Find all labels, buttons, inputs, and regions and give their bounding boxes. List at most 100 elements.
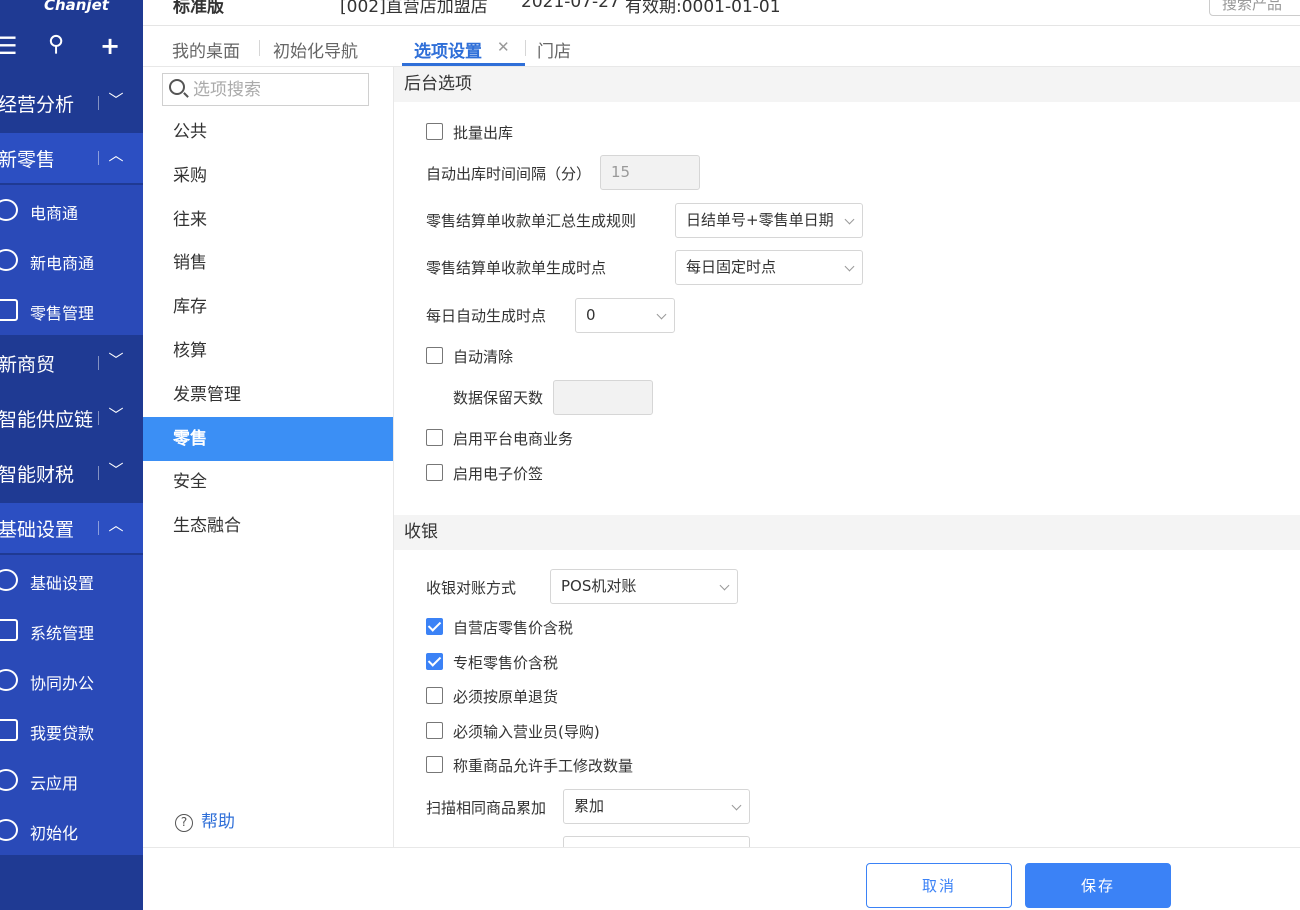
product-search-box[interactable]: 搜索产品 [1209,0,1300,16]
product-name: 标准版 [173,0,224,17]
daily-time-label: 每日自动生成时点 [426,307,547,325]
chevron-down-icon[interactable]: ﹀ [107,89,125,110]
sidebar-item-cloud-app[interactable]: 云应用 [0,755,143,805]
sidebar-group-analysis[interactable]: 经营分析 ﹀ [0,78,143,128]
option-category-retail[interactable]: 零售 [143,417,393,461]
scan-same-select[interactable]: 累加 [563,789,750,824]
next-option-select[interactable] [563,836,750,847]
ecom-icon [0,199,18,221]
option-category-accounting[interactable]: 核算 [143,329,393,373]
sidebar-group-tax[interactable]: 智能财税 ﹀ [0,448,143,498]
divider [525,40,526,56]
cancel-button[interactable]: 取消 [866,863,1012,908]
tab-options-settings[interactable]: 选项设置 [414,37,482,62]
sidebar-item-loan[interactable]: 我要贷款 [0,705,143,755]
sidebar-item-base-settings[interactable]: 基础设置 [0,555,143,605]
option-category-inventory[interactable]: 库存 [143,285,393,329]
sidebar-group-new-retail[interactable]: 新零售 ︿ [0,133,143,183]
chevron-down-icon [656,309,667,320]
chevron-down-icon [719,580,730,591]
search-icon[interactable]: ⚲ [48,32,64,57]
sidebar-item-label: 新电商通 [30,254,95,273]
reconcile-select[interactable]: POS机对账 [550,569,738,604]
tab-store[interactable]: 门店 [537,37,571,62]
gen-time-select[interactable]: 每日固定时点 [675,250,863,285]
chevron-up-icon[interactable]: ︿ [107,144,125,165]
option-category-purchase[interactable]: 采购 [143,154,393,198]
sidebar-group-trade[interactable]: 新商贸 ﹀ [0,338,143,388]
counter-tax-checkbox[interactable] [426,653,443,670]
store-name[interactable]: [002]直营店加盟店 [340,0,488,17]
option-search-box[interactable] [162,73,369,106]
option-category-public[interactable]: 公共 [143,110,393,154]
return-by-original-label: 必须按原单退货 [453,688,559,706]
option-category-contacts[interactable]: 往来 [143,198,393,242]
summary-rule-label: 零售结算单收款单汇总生成规则 [426,212,637,230]
close-icon[interactable]: ✕ [497,38,510,56]
sidebar-group-supply-chain[interactable]: 智能供应链 ﹀ [0,393,143,443]
chevron-down-icon [731,800,742,811]
require-salesperson-checkbox[interactable] [426,722,443,739]
sidebar-item-label: 系统管理 [30,624,95,643]
batch-out-checkbox[interactable] [426,123,443,140]
chevron-up-icon[interactable]: ︿ [107,514,125,535]
chevron-down-icon[interactable]: ﹀ [107,404,125,425]
chevron-down-icon[interactable]: ﹀ [107,349,125,370]
sidebar-group-label: 新商贸 [0,353,56,376]
active-tab-indicator [402,63,525,66]
validity-date: 有效期:0001-01-01 [625,0,781,17]
save-button[interactable]: 保存 [1025,863,1171,908]
gen-time-label: 零售结算单收款单生成时点 [426,259,607,277]
gen-time-value: 每日固定时点 [686,258,777,276]
option-category-ecosystem[interactable]: 生态融合 [143,504,393,548]
self-store-tax-checkbox[interactable] [426,618,443,635]
section-title-cashier: 收银 [394,515,1300,550]
e-price-tag-checkbox[interactable] [426,464,443,481]
tab-bar: 我的桌面 初始化导航 选项设置 ✕ 门店 [143,27,1300,67]
tab-my-desktop[interactable]: 我的桌面 [172,37,240,62]
option-category-sales[interactable]: 销售 [143,241,393,285]
summary-rule-select[interactable]: 日结单号+零售单日期 [675,203,863,238]
auto-out-interval-label: 自动出库时间间隔（分） [426,165,592,183]
settings-content: 后台选项 批量出库 自动出库时间间隔（分） 15 零售结算单收款单汇总生成规则 … [394,67,1300,847]
counter-tax-label: 专柜零售价含税 [453,654,559,672]
sidebar-item-ecom[interactable]: 电商通 [0,185,143,235]
chanjet-logo: Chanjet [44,0,109,14]
sidebar-group-base-settings[interactable]: 基础设置 ︿ [0,503,143,553]
return-by-original-checkbox[interactable] [426,687,443,704]
weigh-manual-qty-checkbox[interactable] [426,756,443,773]
sidebar-item-system-mgmt[interactable]: 系统管理 [0,605,143,655]
require-salesperson-label: 必须输入营业员(导购) [453,723,600,741]
sidebar-group-label: 基础设置 [0,518,75,541]
current-date: 2021-07-27 [521,0,620,12]
sidebar-item-new-ecom[interactable]: 新电商通 [0,235,143,285]
add-icon[interactable]: + [100,32,120,60]
monitor-code-icon [0,619,18,641]
chevron-down-icon[interactable]: ﹀ [107,459,125,480]
collab-icon [0,669,18,691]
reconcile-label: 收银对账方式 [426,579,517,597]
sidebar-item-retail-mgmt[interactable]: 零售管理 [0,285,143,335]
divider [98,96,99,110]
menu-icon[interactable]: ☰ [0,32,18,60]
platform-ecom-checkbox[interactable] [426,429,443,446]
help-link[interactable]: ? 帮助 [175,807,235,832]
sidebar-item-label: 我要贷款 [30,724,95,743]
option-search-input[interactable] [193,77,363,102]
weigh-manual-qty-label: 称重商品允许手工修改数量 [453,757,634,775]
tab-init-nav[interactable]: 初始化导航 [273,37,358,62]
e-price-tag-label: 启用电子价签 [453,465,544,483]
sidebar-item-collab[interactable]: 协同办公 [0,655,143,705]
self-store-tax-label: 自营店零售价含税 [453,619,574,637]
sidebar-item-label: 基础设置 [30,574,95,593]
platform-ecom-label: 启用平台电商业务 [453,430,574,448]
daily-time-select[interactable]: 0 [575,298,675,333]
help-icon: ? [175,814,193,832]
option-category-security[interactable]: 安全 [143,460,393,504]
divider [98,411,99,425]
sidebar-item-init[interactable]: 初始化 [0,805,143,855]
sidebar-item-label: 电商通 [30,204,79,223]
divider [259,40,260,56]
auto-clear-checkbox[interactable] [426,347,443,364]
option-category-invoice[interactable]: 发票管理 [143,373,393,417]
